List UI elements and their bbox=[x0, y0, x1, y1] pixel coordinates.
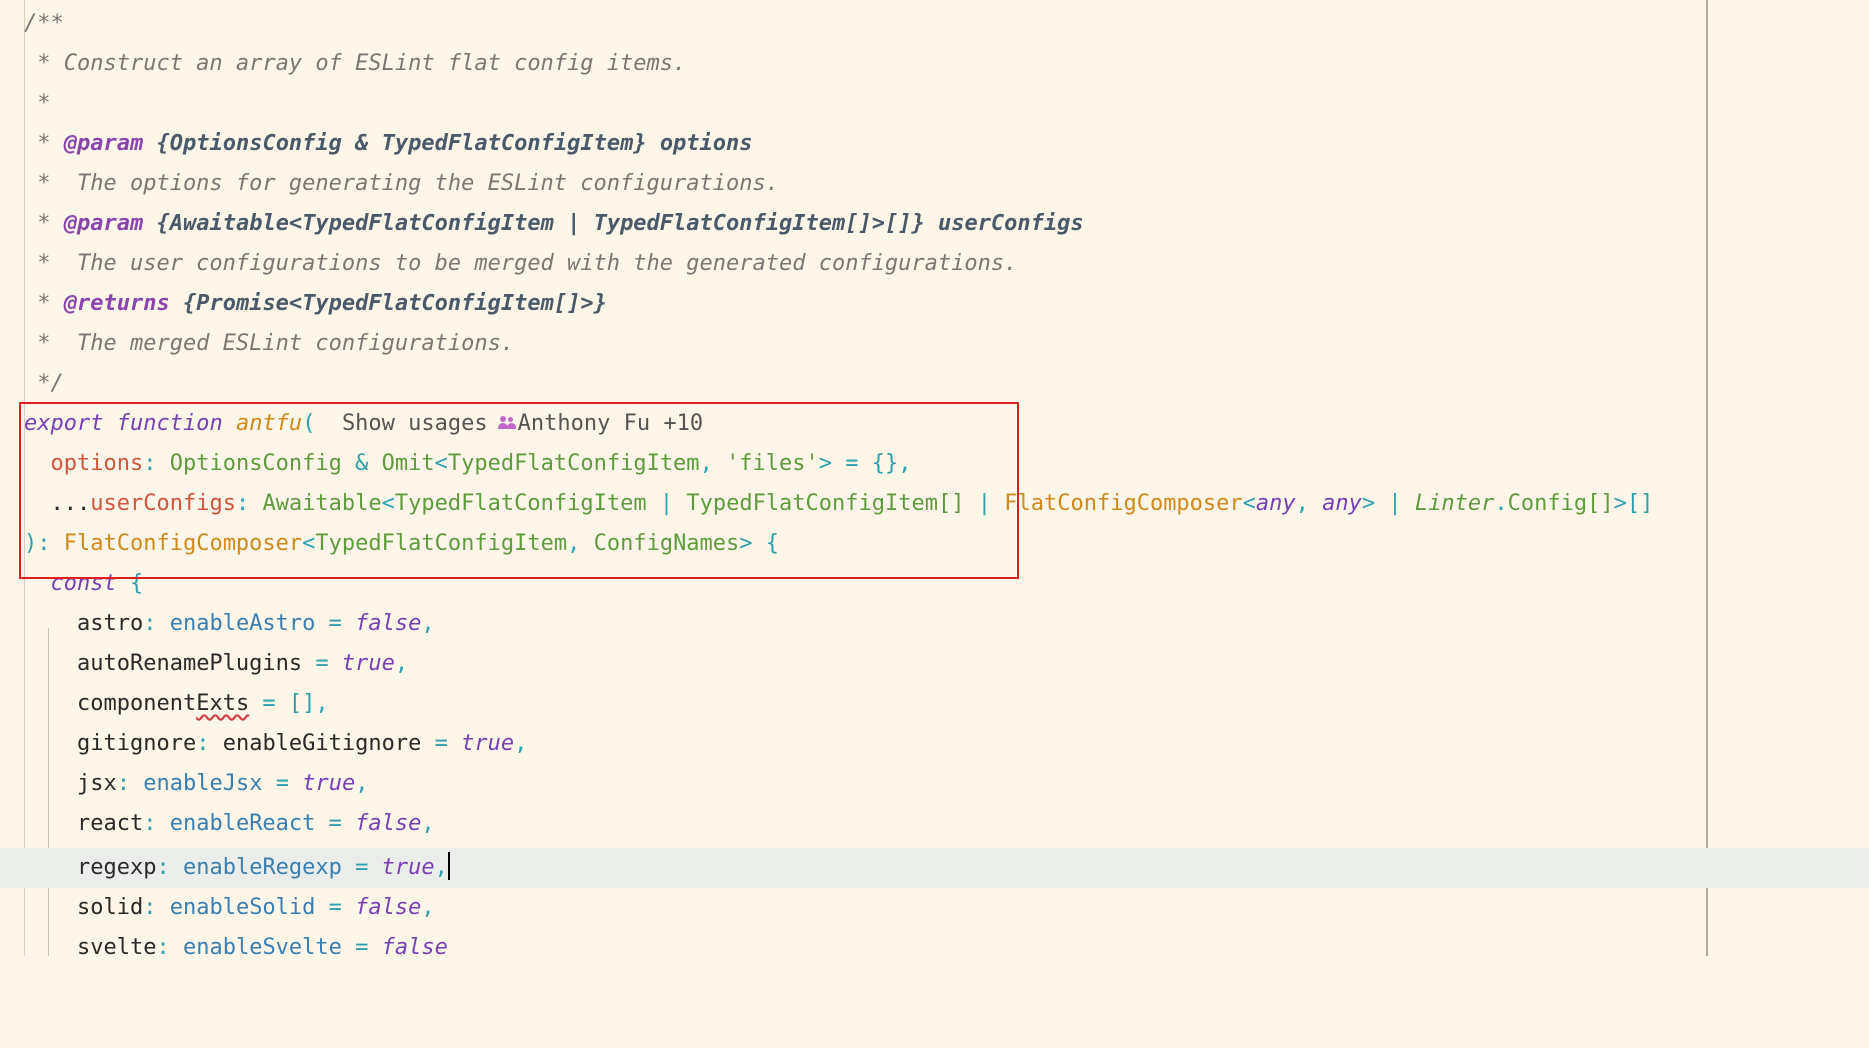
local-variable: enableSolid bbox=[169, 895, 316, 920]
authors-hint[interactable]: Anthony Fu +10 bbox=[518, 411, 703, 436]
param-tag: @param bbox=[63, 131, 144, 156]
code-line[interactable]: componentExts = [], bbox=[0, 684, 1869, 724]
code-line[interactable]: * @returns {Promise<TypedFlatConfigItem[… bbox=[0, 284, 1869, 324]
boolean-literal: false bbox=[355, 811, 422, 836]
returns-description: * The merged ESLint configurations. bbox=[24, 331, 515, 356]
boolean-literal: true bbox=[461, 731, 515, 756]
property-key: jsx bbox=[76, 771, 117, 796]
doc-comment-blank: * bbox=[24, 91, 51, 116]
code-line[interactable]: * @param {OptionsConfig & TypedFlatConfi… bbox=[0, 124, 1869, 164]
property-key: regexp bbox=[76, 855, 157, 880]
param-type: {OptionsConfig & TypedFlatConfigItem} bbox=[156, 131, 647, 156]
type-ref: OptionsConfig bbox=[169, 451, 342, 476]
boolean-literal: false bbox=[355, 895, 422, 920]
param-description: * The options for generating the ESLint … bbox=[24, 171, 779, 196]
property-key: gitignore bbox=[76, 731, 197, 756]
keyword-const: const bbox=[50, 571, 117, 596]
type-ref: TypedFlatConfigItem bbox=[394, 491, 647, 516]
param-type: {Awaitable<TypedFlatConfigItem | TypedFl… bbox=[156, 211, 925, 236]
code-line[interactable]: /** bbox=[0, 4, 1869, 44]
type-ref: Awaitable bbox=[262, 491, 382, 516]
param-name: userConfigs bbox=[937, 211, 1084, 236]
type-any: any bbox=[1255, 491, 1296, 516]
show-usages-hint[interactable]: Show usages bbox=[342, 411, 488, 436]
namespace-ref: Linter bbox=[1414, 491, 1495, 516]
type-ref: FlatConfigComposer bbox=[1004, 491, 1243, 516]
property-key: component bbox=[76, 691, 197, 716]
type-any: any bbox=[1322, 491, 1362, 516]
boolean-literal: true bbox=[302, 771, 356, 796]
param-user-configs: userConfigs bbox=[90, 491, 236, 516]
local-variable: enableGitignore bbox=[222, 731, 422, 756]
property-key: react bbox=[76, 811, 144, 836]
keyword-export: export bbox=[24, 411, 104, 436]
param-description: * The user configurations to be merged w… bbox=[24, 251, 1018, 276]
doc-comment-summary: * Construct an array of ESLint flat conf… bbox=[24, 51, 687, 76]
boolean-literal: false bbox=[355, 611, 422, 636]
doc-comment-open: /** bbox=[24, 11, 64, 36]
param-options: options bbox=[50, 451, 144, 476]
code-line[interactable]: export function antfu( Show usages Anthon… bbox=[0, 404, 1869, 444]
code-line[interactable]: * @param {Awaitable<TypedFlatConfigItem … bbox=[0, 204, 1869, 244]
property-key: autoRenamePlugins bbox=[76, 651, 303, 676]
doc-comment-close: */ bbox=[24, 371, 64, 396]
local-variable: enableJsx bbox=[143, 771, 263, 796]
code-line[interactable]: jsx: enableJsx = true, bbox=[0, 764, 1869, 804]
type-ref: TypedFlatConfigItem bbox=[315, 531, 568, 556]
code-line[interactable]: gitignore: enableGitignore = true, bbox=[0, 724, 1869, 764]
param-name: options bbox=[659, 131, 753, 156]
type-ref: TypedFlatConfigItem[] bbox=[686, 491, 965, 516]
doc-star: * bbox=[24, 131, 64, 156]
returns-tag: @returns bbox=[63, 291, 170, 316]
code-line[interactable]: * The merged ESLint configurations. bbox=[0, 324, 1869, 364]
code-line[interactable]: * The options for generating the ESLint … bbox=[0, 164, 1869, 204]
code-line[interactable]: const { bbox=[0, 564, 1869, 604]
code-line[interactable]: ): FlatConfigComposer<TypedFlatConfigIte… bbox=[0, 524, 1869, 564]
text-caret bbox=[447, 852, 450, 880]
code-line[interactable]: autoRenamePlugins = true, bbox=[0, 644, 1869, 684]
code-line[interactable]: react: enableReact = false, bbox=[0, 804, 1869, 844]
code-line[interactable]: options: OptionsConfig & Omit<TypedFlatC… bbox=[0, 444, 1869, 484]
boolean-literal: true bbox=[341, 651, 395, 676]
code-line[interactable]: * bbox=[0, 84, 1869, 124]
property-key: svelte bbox=[76, 935, 157, 960]
returns-type: {Promise<TypedFlatConfigItem[]>} bbox=[182, 291, 607, 316]
local-variable: enableReact bbox=[169, 811, 316, 836]
boolean-literal: true bbox=[381, 855, 435, 880]
function-name[interactable]: antfu bbox=[236, 411, 302, 436]
doc-star: * bbox=[24, 211, 64, 236]
local-variable: enableSvelte bbox=[182, 935, 342, 960]
keyword-function: function bbox=[116, 411, 223, 436]
code-line[interactable]: astro: enableAstro = false, bbox=[0, 604, 1869, 644]
string-literal: 'files' bbox=[726, 451, 819, 476]
type-ref: ConfigNames bbox=[593, 531, 740, 556]
code-editor[interactable]: /** * Construct an array of ESLint flat … bbox=[0, 0, 1869, 960]
local-variable: enableRegexp bbox=[182, 855, 342, 880]
code-line[interactable]: ...userConfigs: Awaitable<TypedFlatConfi… bbox=[0, 484, 1869, 524]
property-key: solid bbox=[76, 895, 144, 920]
local-variable: enableAstro bbox=[169, 611, 316, 636]
current-line[interactable]: regexp: enableRegexp = true, bbox=[0, 848, 1869, 888]
type-ref: Omit bbox=[381, 451, 435, 476]
code-line[interactable]: */ bbox=[0, 364, 1869, 404]
doc-star: * bbox=[24, 291, 64, 316]
type-ref: Config[] bbox=[1507, 491, 1614, 516]
code-line[interactable]: solid: enableSolid = false, bbox=[0, 888, 1869, 928]
boolean-literal: false bbox=[381, 935, 448, 960]
authors-icon bbox=[497, 415, 518, 431]
code-line[interactable]: * The user configurations to be merged w… bbox=[0, 244, 1869, 284]
param-tag: @param bbox=[63, 211, 144, 236]
property-key: astro bbox=[76, 611, 144, 636]
code-line[interactable]: * Construct an array of ESLint flat conf… bbox=[0, 44, 1869, 84]
open-paren: ( bbox=[302, 411, 316, 436]
typo-warning[interactable]: Exts bbox=[196, 691, 249, 716]
spread-operator: ... bbox=[50, 491, 91, 516]
return-type: FlatConfigComposer bbox=[63, 531, 303, 556]
code-line[interactable]: svelte: enableSvelte = false bbox=[0, 928, 1869, 968]
type-ref: TypedFlatConfigItem bbox=[447, 451, 700, 476]
